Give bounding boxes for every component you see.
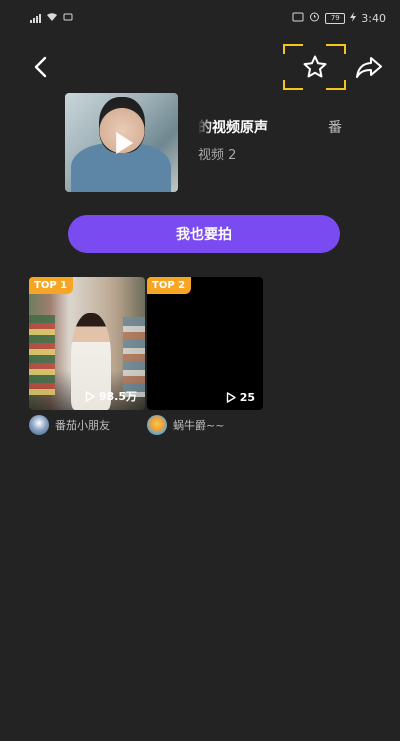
share-button[interactable] — [352, 52, 386, 82]
video-author-top1[interactable]: 番茄小朋友 — [29, 415, 110, 435]
author-name: 蜗牛爵~~ — [173, 419, 225, 432]
favorite-button[interactable] — [283, 44, 346, 90]
rank-badge: TOP 1 — [29, 277, 74, 294]
music-cover-thumbnail[interactable] — [65, 93, 178, 192]
notification-icon — [63, 12, 73, 25]
store-shelf-left — [29, 315, 55, 395]
music-title-scroll-text: 番 — [328, 120, 342, 136]
top-nav — [0, 42, 400, 94]
avatar — [29, 415, 49, 435]
store-shelf-right — [123, 317, 145, 397]
status-bar: 79 3:40 — [0, 0, 400, 36]
play-outline-icon — [226, 392, 236, 403]
clock-time: 3:40 — [361, 11, 386, 25]
title-marquee-fade — [198, 112, 212, 138]
view-count-value: 98.5万 — [98, 390, 137, 403]
music-detail-screen: 79 3:40 的视频原声 番 视频 2 我也要拍 TOP 1 98.5万 番茄… — [0, 0, 400, 741]
wifi-icon — [46, 12, 58, 25]
view-count: 25 — [226, 391, 255, 404]
signal-icon — [30, 13, 41, 23]
alarm-icon — [309, 11, 320, 25]
view-count-value: 25 — [239, 391, 255, 404]
video-author-top2[interactable]: 蜗牛爵~~ — [147, 415, 224, 435]
share-arrow-icon — [356, 57, 382, 78]
video-count-value: 2 — [228, 148, 237, 163]
battery-icon: 79 — [325, 12, 346, 24]
video-count: 视频 2 — [198, 144, 236, 163]
author-name: 番茄小朋友 — [55, 419, 110, 432]
video-card-top1[interactable]: TOP 1 98.5万 — [29, 277, 145, 410]
star-outline-icon — [303, 55, 326, 78]
shoot-same-button[interactable]: 我也要拍 — [68, 215, 340, 253]
status-right: 79 3:40 — [292, 11, 386, 25]
rank-badge: TOP 2 — [147, 277, 192, 294]
video-count-label: 视频 — [198, 148, 225, 163]
chevron-left-icon — [34, 56, 47, 78]
nfc-icon — [292, 12, 304, 25]
back-button[interactable] — [26, 52, 56, 82]
view-count: 98.5万 — [85, 388, 137, 404]
play-outline-icon — [85, 390, 95, 402]
status-left — [30, 12, 73, 25]
video-card-top2[interactable]: TOP 2 25 — [147, 277, 263, 410]
play-icon — [115, 131, 133, 154]
charging-icon — [350, 11, 357, 25]
avatar — [147, 415, 167, 435]
